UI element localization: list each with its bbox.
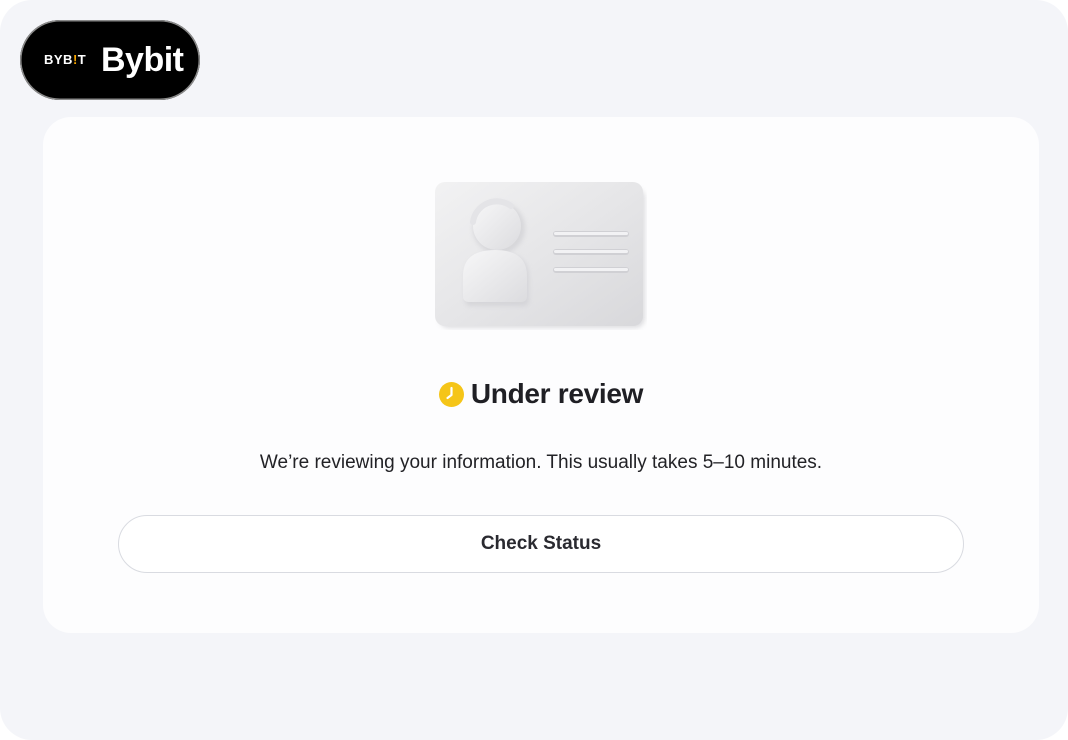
status-description: We’re reviewing your information. This u… (259, 452, 823, 473)
id-card-icon (435, 182, 647, 330)
review-card: Under review We’re reviewing your inform… (43, 117, 1039, 633)
app-frame: BYB!T Bybit Under review We’re reviewing… (0, 0, 1068, 740)
status-title: Under review (470, 378, 644, 409)
brand-badge: BYB!T Bybit (20, 20, 200, 100)
check-status-button[interactable]: Check Status (118, 515, 964, 573)
brand-name: Bybit (101, 41, 184, 79)
status-header: Under review (43, 374, 1039, 414)
bybit-logo-icon: BYB!T (44, 52, 87, 67)
clock-icon (438, 381, 464, 407)
